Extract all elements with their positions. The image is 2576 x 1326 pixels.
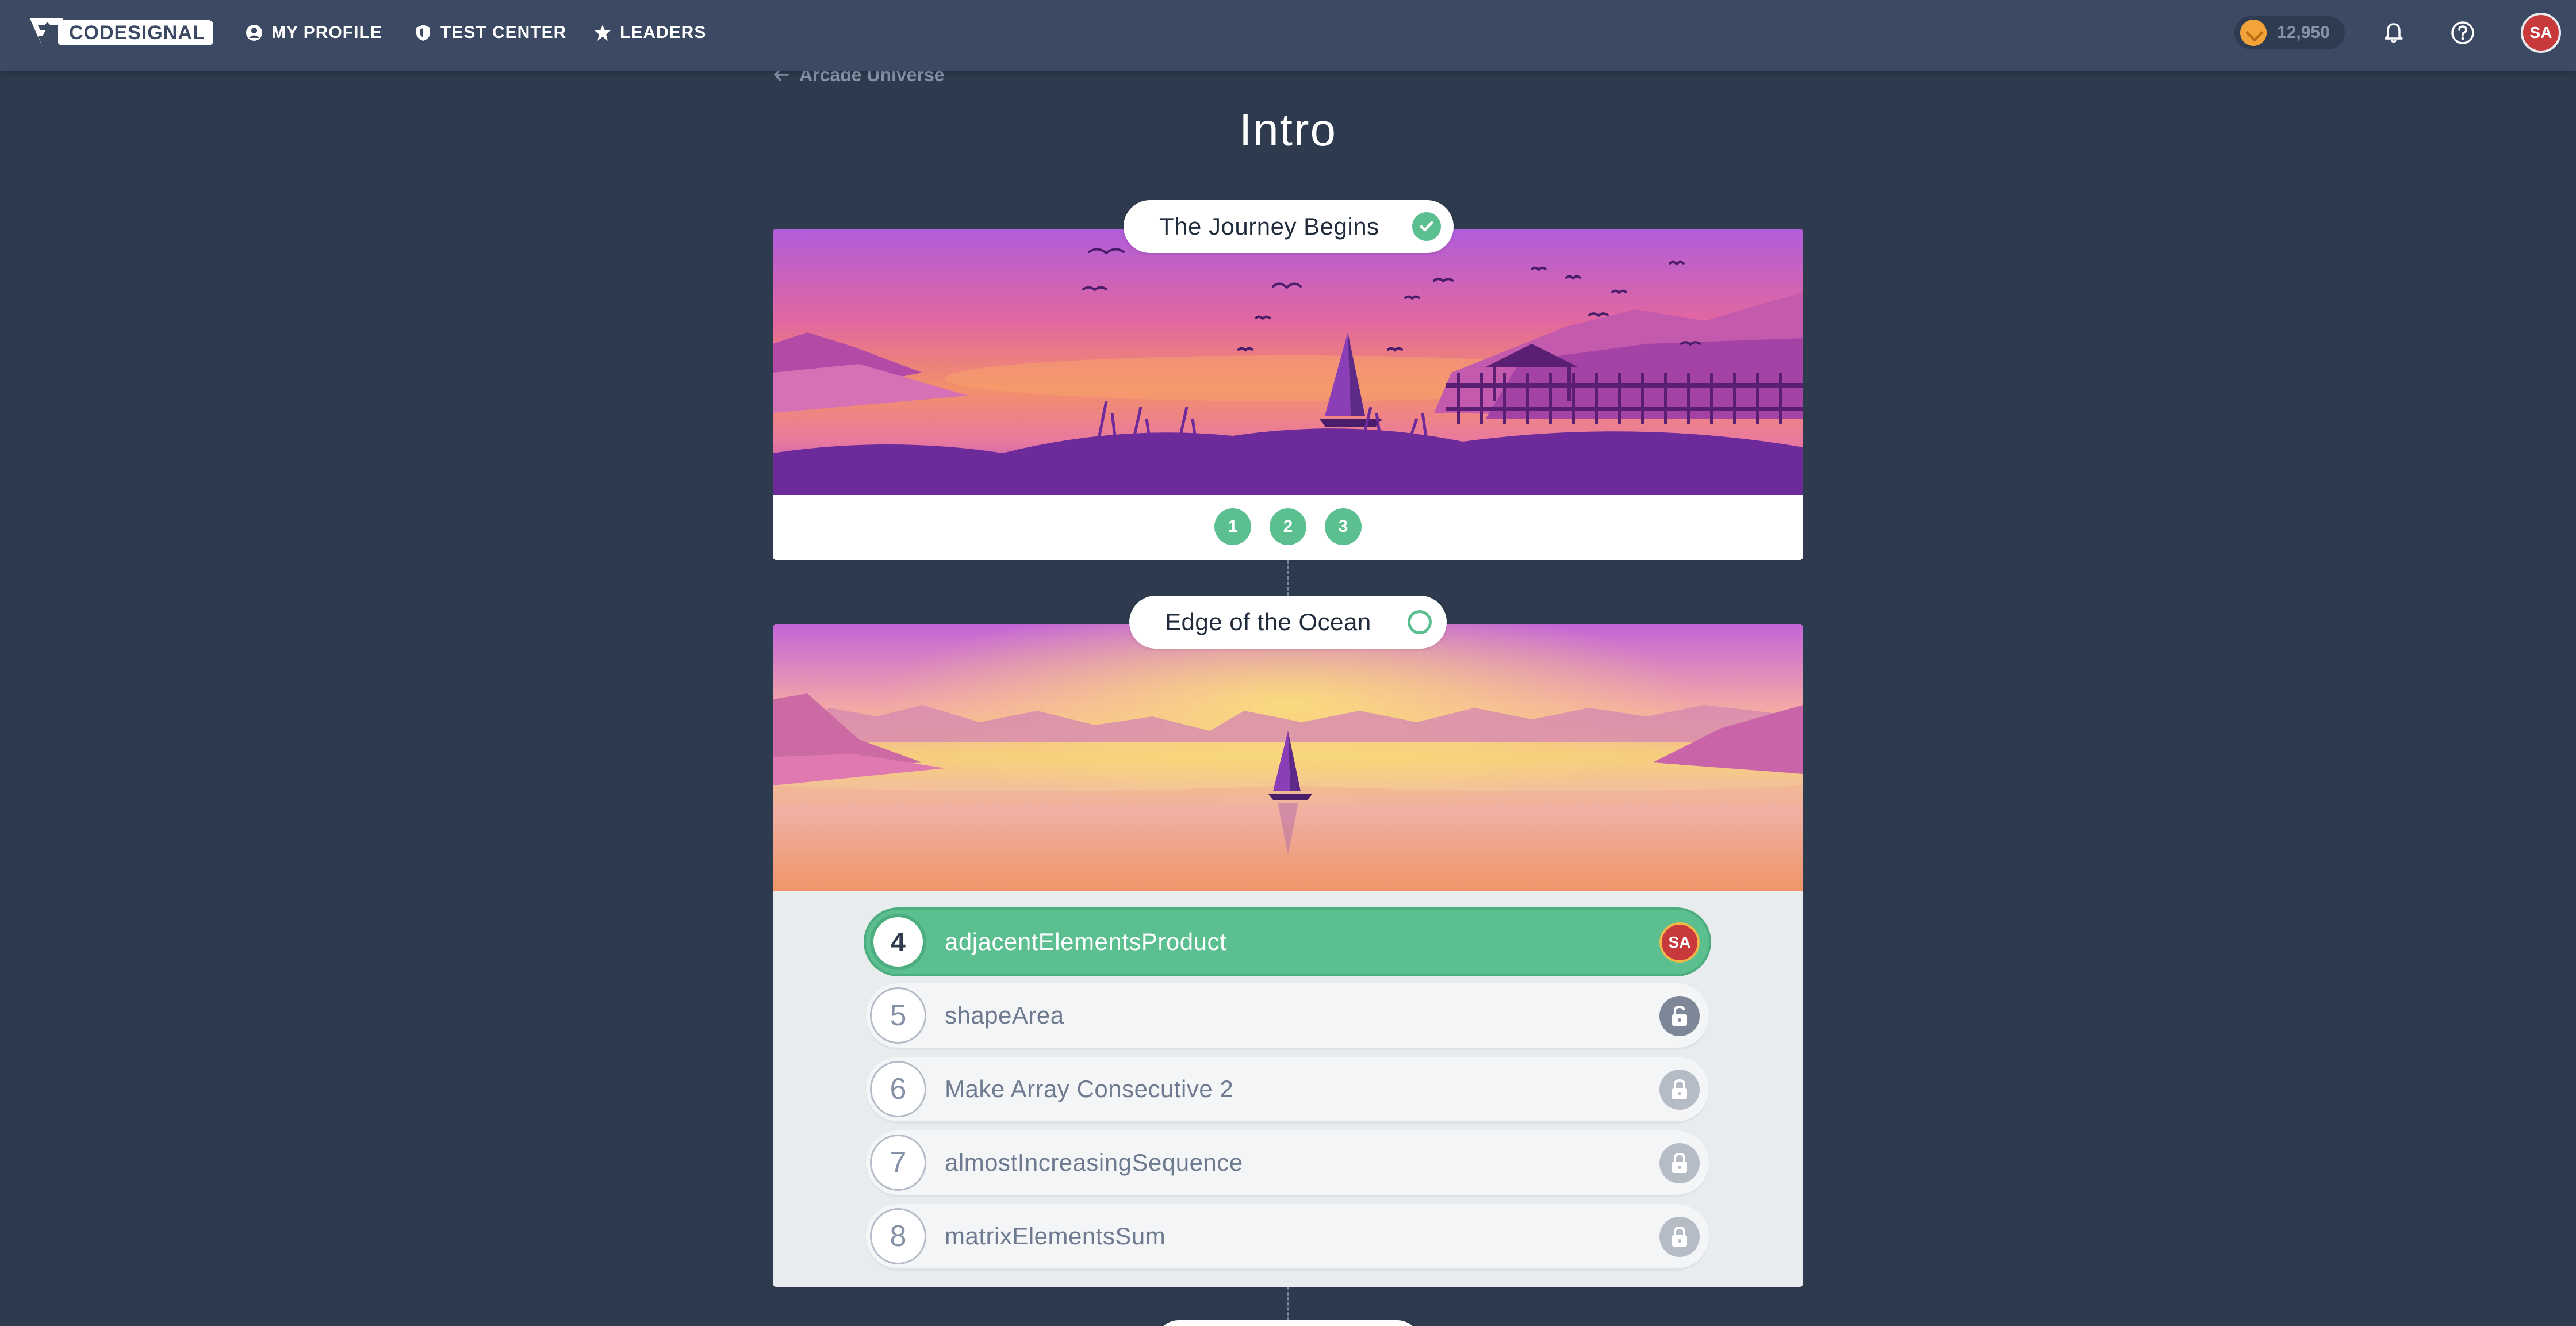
- shield-icon: [416, 25, 430, 41]
- notifications-button[interactable]: [2379, 18, 2408, 47]
- nav-my-profile[interactable]: MY PROFILE: [245, 0, 382, 66]
- task-name: matrixElementsSum: [945, 1222, 1166, 1250]
- task-list: 4 adjacentElementsProduct SA 5 shapeArea…: [866, 910, 1709, 1278]
- area-title: The Journey Begins: [1159, 213, 1379, 240]
- task-item[interactable]: 6 Make Array Consecutive 2: [866, 1057, 1709, 1121]
- incomplete-circle-icon: [1408, 610, 1432, 634]
- coins-value: 12,950: [2277, 23, 2330, 42]
- path-connector: [1287, 560, 1289, 596]
- bell-icon: [2385, 23, 2403, 43]
- nav-my-profile-label: MY PROFILE: [271, 23, 382, 42]
- user-avatar-badge: SA: [1659, 922, 1700, 963]
- task-number: 6: [870, 1061, 926, 1117]
- nav-leaders-label: LEADERS: [620, 23, 707, 42]
- lock-icon: [1659, 1070, 1700, 1110]
- task-name: Make Array Consecutive 2: [945, 1075, 1234, 1102]
- codesignal-logo[interactable]: CODESIGNAL: [28, 14, 213, 52]
- task-number: 4: [870, 914, 926, 970]
- task-number: 7: [870, 1135, 926, 1191]
- lock-icon: [1659, 1217, 1700, 1257]
- task-name: adjacentElementsProduct: [945, 928, 1227, 955]
- next-area-pill[interactable]: [1156, 1320, 1420, 1326]
- completed-check-icon: [1412, 212, 1441, 241]
- step-dot[interactable]: 2: [1270, 508, 1306, 545]
- task-item[interactable]: 5 shapeArea: [866, 983, 1709, 1048]
- lock-icon: [1659, 1143, 1700, 1183]
- task-number: 5: [870, 987, 926, 1044]
- task-item[interactable]: 8 matrixElementsSum: [866, 1204, 1709, 1268]
- user-avatar-initials: SA: [2529, 24, 2552, 41]
- nav-test-center-label: TEST CENTER: [440, 23, 567, 42]
- task-item[interactable]: 7 almostIncreasingSequence: [866, 1130, 1709, 1195]
- unlocked-icon: [1659, 996, 1700, 1036]
- coin-icon: [2240, 20, 2267, 46]
- task-item-current[interactable]: 4 adjacentElementsProduct SA: [866, 910, 1709, 974]
- top-navigation-bar: CODESIGNAL MY PROFILE TEST CENTER LEADER…: [0, 0, 2576, 71]
- step-dot[interactable]: 1: [1214, 508, 1251, 545]
- nav-test-center[interactable]: TEST CENTER: [414, 0, 566, 66]
- area-card-journey-begins[interactable]: 1 2 3: [773, 229, 1803, 560]
- user-circle-icon: [246, 25, 262, 41]
- task-name: almostIncreasingSequence: [945, 1149, 1243, 1176]
- question-circle-icon: [2451, 21, 2474, 44]
- area-title-pill-edge-of-ocean[interactable]: Edge of the Ocean: [1129, 596, 1447, 649]
- sunset-lake-illustration: [773, 229, 1803, 495]
- ocean-sunset-illustration: [773, 624, 1803, 891]
- user-avatar[interactable]: SA: [2521, 13, 2561, 53]
- nav-leaders[interactable]: LEADERS: [593, 0, 706, 66]
- page-title: Intro: [1239, 104, 1337, 155]
- task-number: 8: [870, 1208, 926, 1264]
- help-button[interactable]: [2448, 18, 2477, 47]
- task-name: shapeArea: [945, 1002, 1064, 1029]
- level-step-indicators: 1 2 3: [773, 508, 1803, 545]
- area-title: Edge of the Ocean: [1165, 608, 1371, 635]
- star-icon: [595, 25, 611, 41]
- area-title-pill-journey[interactable]: The Journey Begins: [1124, 200, 1454, 253]
- area-card-edge-of-the-ocean: 4 adjacentElementsProduct SA 5 shapeArea…: [773, 624, 1803, 1287]
- coins-balance[interactable]: 12,950: [2234, 16, 2345, 49]
- step-dot[interactable]: 3: [1325, 508, 1362, 545]
- logo-text: CODESIGNAL: [69, 21, 205, 44]
